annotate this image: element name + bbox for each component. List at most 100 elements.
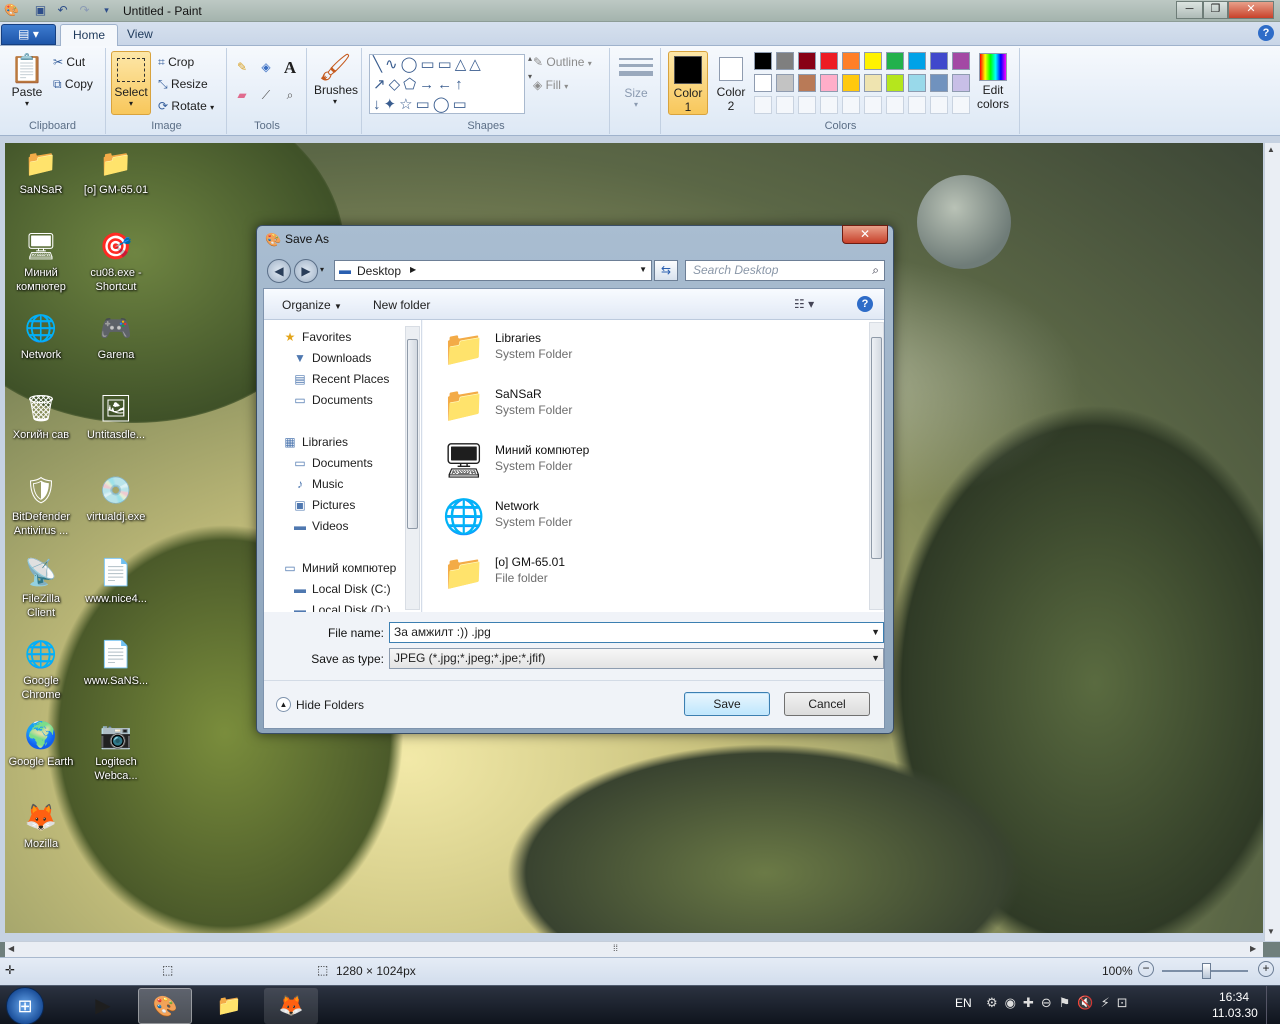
save-type-select[interactable]: JPEG (*.jpg;*.jpeg;*.jpe;*.jfif) ▼ (389, 648, 884, 669)
nav-item[interactable]: ▬ Local Disk (C:) (292, 580, 391, 598)
color2-button[interactable]: Color 2 (712, 51, 750, 115)
desktop-shortcut[interactable]: 🌍 Google Earth (5, 718, 81, 769)
tab-home[interactable]: Home (60, 24, 119, 47)
recent-pages-icon[interactable]: ▾ (320, 265, 324, 274)
desktop-shortcut[interactable]: 🌐 Network (5, 311, 81, 362)
resize-button[interactable]: ⤡ Resize (158, 77, 208, 92)
edit-colors-button[interactable]: Edit colors (973, 51, 1013, 111)
custom-color-slot[interactable] (930, 96, 948, 114)
palette-swatch[interactable] (776, 74, 794, 92)
explorer-taskbar-button[interactable]: 📁 (202, 988, 256, 1024)
desktop-shortcut[interactable]: 🦊 Mozilla (5, 800, 81, 851)
paste-button[interactable]: 📋 Paste ▾ (8, 52, 46, 108)
palette-swatch[interactable] (908, 52, 926, 70)
crop-button[interactable]: ⌗ Crop (158, 55, 194, 70)
palette-swatch[interactable] (754, 74, 772, 92)
nav-item[interactable]: ★ Favorites (282, 328, 352, 346)
zoom-slider-thumb[interactable] (1202, 963, 1211, 979)
nav-item[interactable]: ▼ Downloads (292, 349, 371, 367)
custom-color-slot[interactable] (886, 96, 904, 114)
custom-color-slot[interactable] (952, 96, 970, 114)
show-desktop-button[interactable] (1266, 986, 1280, 1024)
scroll-up-icon[interactable]: ▲ (1267, 145, 1275, 154)
nav-item[interactable]: ▣ Pictures (292, 496, 355, 514)
undo-icon[interactable]: ↶ (55, 3, 70, 18)
palette-swatch[interactable] (952, 74, 970, 92)
qat-customize-icon[interactable]: ▾ (99, 3, 114, 18)
color-picker-icon[interactable]: ⟋ (256, 88, 276, 108)
file-item[interactable]: 📁 [o] GM-65.01 File folder (441, 548, 741, 600)
new-folder-button[interactable]: New folder (373, 298, 430, 312)
cut-button[interactable]: ✂ Cut (53, 55, 85, 69)
desktop-shortcut[interactable]: 📁 [o] GM-65.01 (76, 146, 156, 197)
palette-swatch[interactable] (886, 74, 904, 92)
palette-swatch[interactable] (908, 74, 926, 92)
desktop-shortcut[interactable]: 🌐 Google Chrome (5, 637, 81, 702)
hide-folders-icon[interactable]: ▲ (276, 697, 291, 712)
maximize-button[interactable]: ❐ (1203, 1, 1228, 19)
custom-color-slot[interactable] (754, 96, 772, 114)
file-scrollbar[interactable] (869, 322, 884, 610)
desktop-shortcut[interactable]: 📷 Logitech Webca... (76, 718, 156, 783)
file-item[interactable]: 📁 Libraries System Folder (441, 324, 741, 376)
search-icon[interactable]: ⌕ (872, 261, 879, 280)
palette-swatch[interactable] (930, 74, 948, 92)
dialog-close-button[interactable]: ✕ (842, 225, 888, 244)
size-button[interactable]: Size ▾ (619, 54, 653, 109)
desktop-shortcut[interactable]: 🎮 Garena (76, 311, 156, 362)
custom-color-slot[interactable] (798, 96, 816, 114)
breadcrumb-arrow-icon[interactable]: ▶ (410, 265, 416, 274)
copy-button[interactable]: ⧉ Copy (53, 77, 93, 92)
save-icon[interactable]: ▣ (33, 3, 48, 18)
app-menu-button[interactable]: ▤ ▾ (1, 24, 56, 45)
firefox-taskbar-button[interactable]: 🦊 (264, 988, 318, 1024)
redo-icon[interactable]: ↷ (77, 3, 92, 18)
palette-swatch[interactable] (776, 52, 794, 70)
paint-taskbar-button[interactable]: 🎨 (138, 988, 192, 1024)
nav-item[interactable]: ▬ Local Disk (D:) (292, 601, 391, 612)
desktop-shortcut[interactable]: 📄 www.nice4... (76, 555, 156, 606)
save-button[interactable]: Save (684, 692, 770, 716)
brushes-button[interactable]: 🖌 Brushes ▾ (314, 52, 358, 106)
address-desktop[interactable]: Desktop (357, 264, 401, 278)
scroll-right-icon[interactable]: ▶ (1250, 944, 1256, 953)
zoom-in-button[interactable]: + (1258, 961, 1274, 977)
hide-folders-button[interactable]: Hide Folders (296, 698, 364, 712)
language-indicator[interactable]: EN (955, 996, 972, 1010)
palette-swatch[interactable] (820, 52, 838, 70)
minimize-button[interactable]: ─ (1176, 1, 1203, 19)
fill-button[interactable]: ◈ Fill ▾ (533, 78, 568, 92)
file-item[interactable]: 🌐 Network System Folder (441, 492, 741, 544)
pencil-icon[interactable]: ✎ (232, 60, 252, 80)
address-dropdown-icon[interactable]: ▼ (639, 265, 647, 274)
forward-button[interactable]: ▶ (294, 259, 318, 283)
view-options-icon[interactable]: ☷ ▾ (794, 297, 814, 311)
horizontal-scrollbar[interactable]: ◀ ⁞⁞ ▶ (5, 941, 1263, 957)
desktop-shortcut[interactable]: 🖼 Untitasdle... (76, 391, 156, 442)
custom-color-slot[interactable] (908, 96, 926, 114)
tab-view[interactable]: View (115, 24, 165, 47)
tray-icons[interactable]: ⚙◉✚⊖⚑🔇⚡⊡ (986, 995, 1135, 1011)
rotate-button[interactable]: ⟳ Rotate ▾ (158, 99, 214, 113)
palette-swatch[interactable] (754, 52, 772, 70)
desktop-shortcut[interactable]: 📡 FileZilla Client (5, 555, 81, 620)
start-button[interactable]: ⊞ (6, 987, 44, 1024)
file-item[interactable]: 🖥 Миний компютер System Folder (441, 436, 741, 488)
nav-item[interactable]: ▭ Миний компютер (282, 559, 396, 577)
address-bar[interactable]: ▬ Desktop ▶ ▼ (334, 260, 652, 281)
file-name-input[interactable]: За амжилт :)) .jpg ▼ (389, 622, 884, 643)
search-input[interactable]: Search Desktop ⌕ (685, 260, 885, 281)
palette-swatch[interactable] (798, 74, 816, 92)
palette-swatch[interactable] (886, 52, 904, 70)
custom-color-slot[interactable] (820, 96, 838, 114)
select-button[interactable]: Select ▾ (111, 51, 151, 115)
nav-item[interactable]: ▬ Videos (292, 517, 348, 535)
color1-button[interactable]: Color 1 (668, 51, 708, 115)
eraser-icon[interactable]: ▰ (232, 88, 252, 108)
clock-time[interactable]: 16:34 (1219, 990, 1249, 1004)
palette-swatch[interactable] (798, 52, 816, 70)
nav-item[interactable]: ▤ Recent Places (292, 370, 389, 388)
palette-swatch[interactable] (820, 74, 838, 92)
text-tool-icon[interactable]: A (280, 58, 300, 78)
file-item[interactable]: 📁 SaNSaR System Folder (441, 380, 741, 432)
